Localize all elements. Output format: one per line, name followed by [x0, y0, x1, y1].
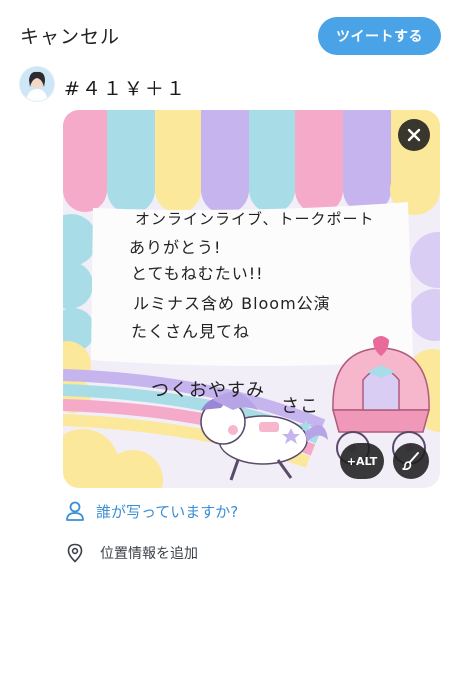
handwritten-line: とてもねむたい!!: [131, 264, 264, 283]
tag-people-label: 誰が写っていますか?: [96, 502, 239, 521]
handwritten-line: さこ: [281, 396, 319, 417]
remove-media-button[interactable]: [398, 119, 430, 151]
handwritten-line: たくさん見てね: [131, 322, 251, 341]
brush-icon: [402, 452, 419, 471]
location-pin-icon: [67, 543, 83, 563]
cancel-button[interactable]: キャンセル: [20, 22, 120, 49]
add-location-label: 位置情報を追加: [100, 546, 198, 562]
person-icon: [66, 501, 84, 521]
avatar: [19, 66, 55, 102]
handwritten-line: ルミナス含め Bloom公演: [133, 294, 331, 313]
add-alt-text-button[interactable]: +ALT: [340, 443, 384, 479]
close-icon: [407, 128, 421, 142]
handwritten-line: ありがとう!: [129, 238, 222, 257]
handwritten-line: オンラインライブ、トークポート: [135, 210, 375, 228]
edit-media-button[interactable]: [393, 443, 429, 479]
tweet-text-field[interactable]: #４１￥＋１: [64, 74, 187, 101]
attached-image[interactable]: オンラインライブ、トークポート ありがとう! とてもねむたい!! ルミナス含め …: [63, 110, 440, 488]
handwritten-line: つくおやすみ: [151, 380, 265, 401]
tag-people-button[interactable]: 誰が写っていますか?: [64, 500, 238, 522]
add-location-button[interactable]: 位置情報を追加: [66, 543, 198, 563]
tweet-button[interactable]: ツイートする: [318, 17, 441, 55]
